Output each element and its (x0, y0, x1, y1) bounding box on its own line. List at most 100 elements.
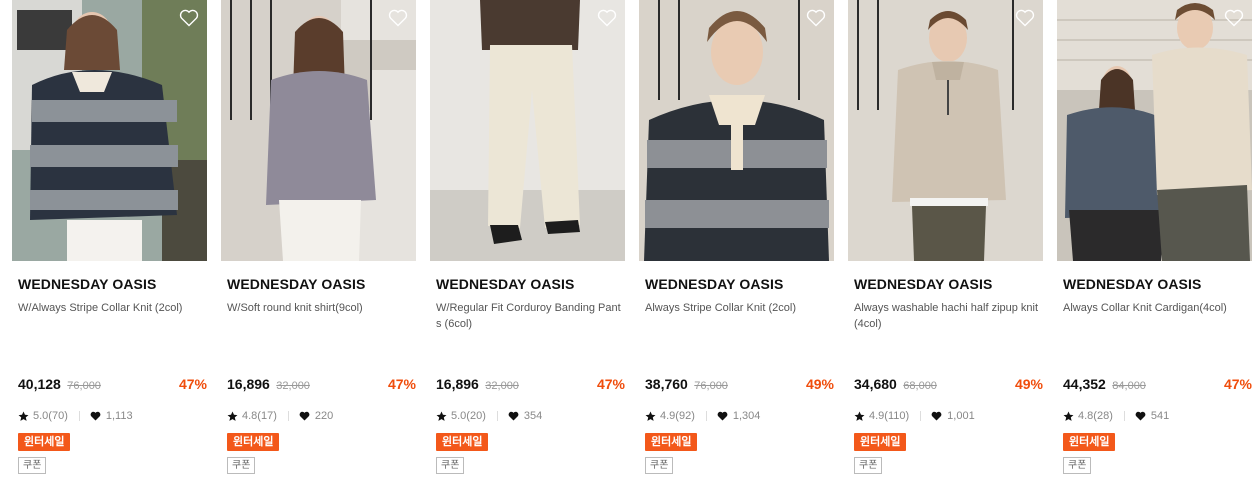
like-count: 220 (314, 410, 334, 422)
product-image[interactable] (1057, 0, 1252, 261)
rating-text: 4.9(92) (660, 410, 695, 422)
original-price: 84,000 (1112, 380, 1146, 392)
product-image[interactable] (430, 0, 625, 261)
like-heart-icon (508, 411, 519, 421)
like-count: 541 (1150, 410, 1170, 422)
review-meta: 4.9(92) 1,304 (645, 408, 760, 424)
sale-price: 40,128 (18, 376, 61, 392)
wishlist-heart-icon[interactable] (388, 9, 408, 27)
winter-sale-badge: 윈터세일 (18, 433, 71, 451)
rating-text: 4.8(28) (1078, 410, 1113, 422)
rating-text: 5.0(70) (33, 410, 68, 422)
wishlist-heart-icon[interactable] (1224, 9, 1244, 27)
product-card[interactable]: WEDNESDAY OASIS W/Soft round knit shirt(… (221, 0, 416, 498)
rating-text: 5.0(20) (451, 410, 486, 422)
product-name[interactable]: Always washable hachi half zipup knit(4c… (854, 300, 1040, 332)
divider (705, 411, 707, 421)
review-meta: 5.0(70) 1,113 (18, 408, 133, 424)
wishlist-heart-icon[interactable] (806, 9, 826, 27)
brand-name[interactable]: WEDNESDAY OASIS (645, 276, 783, 292)
coupon-badge: 쿠폰 (227, 457, 256, 474)
original-price: 68,000 (903, 380, 937, 392)
sale-price: 38,760 (645, 376, 688, 392)
model-photo-icon (221, 0, 416, 261)
coupon-badge: 쿠폰 (18, 457, 47, 474)
product-image[interactable] (848, 0, 1043, 261)
product-card[interactable]: WEDNESDAY OASIS Always Stripe Collar Kni… (639, 0, 834, 498)
product-name[interactable]: W/Always Stripe Collar Knit (2col) (18, 300, 204, 316)
price-row: 34,680 68,000 49% (854, 376, 1043, 394)
wishlist-heart-icon[interactable] (597, 9, 617, 27)
discount-rate: 49% (1014, 376, 1043, 392)
sale-price: 34,680 (854, 376, 897, 392)
brand-name[interactable]: WEDNESDAY OASIS (227, 276, 365, 292)
divider (1123, 411, 1125, 421)
product-name[interactable]: Always Collar Knit Cardigan(4col) (1063, 300, 1249, 316)
star-icon (436, 411, 447, 421)
model-photo-icon (12, 0, 207, 261)
coupon-badge: 쿠폰 (854, 457, 883, 474)
model-photo-icon (1057, 0, 1252, 261)
sale-price: 16,896 (227, 376, 270, 392)
rating-text: 4.9(110) (869, 410, 910, 422)
product-name[interactable]: W/Regular Fit Corduroy Banding Pants (6c… (436, 300, 622, 332)
product-image[interactable] (639, 0, 834, 261)
winter-sale-badge: 윈터세일 (1063, 433, 1116, 451)
original-price: 32,000 (276, 380, 310, 392)
discount-rate: 49% (805, 376, 834, 392)
product-name[interactable]: Always Stripe Collar Knit (2col) (645, 300, 831, 316)
brand-name[interactable]: WEDNESDAY OASIS (1063, 276, 1201, 292)
coupon-badge: 쿠폰 (1063, 457, 1092, 474)
product-card[interactable]: WEDNESDAY OASIS W/Regular Fit Corduroy B… (430, 0, 625, 498)
price-row: 16,896 32,000 47% (436, 376, 625, 394)
winter-sale-badge: 윈터세일 (645, 433, 698, 451)
like-heart-icon (90, 411, 101, 421)
product-card[interactable]: WEDNESDAY OASIS W/Always Stripe Collar K… (12, 0, 207, 498)
brand-name[interactable]: WEDNESDAY OASIS (18, 276, 156, 292)
coupon-badge: 쿠폰 (645, 457, 674, 474)
like-count: 354 (523, 410, 543, 422)
model-photo-icon (430, 0, 625, 261)
like-heart-icon (931, 411, 942, 421)
winter-sale-badge: 윈터세일 (227, 433, 280, 451)
like-heart-icon (1135, 411, 1146, 421)
original-price: 76,000 (694, 380, 728, 392)
wishlist-heart-icon[interactable] (1015, 9, 1035, 27)
like-count: 1,304 (732, 410, 761, 422)
sale-price: 16,896 (436, 376, 479, 392)
like-count: 1,113 (105, 410, 133, 422)
divider (496, 411, 498, 421)
sale-price: 44,352 (1063, 376, 1106, 392)
star-icon (645, 411, 656, 421)
product-grid: WEDNESDAY OASIS W/Always Stripe Collar K… (12, 0, 1258, 498)
star-icon (1063, 411, 1074, 421)
brand-name[interactable]: WEDNESDAY OASIS (436, 276, 574, 292)
like-heart-icon (299, 411, 310, 421)
price-row: 40,128 76,000 47% (18, 376, 207, 394)
review-meta: 5.0(20) 354 (436, 408, 542, 424)
price-row: 16,896 32,000 47% (227, 376, 416, 394)
product-card[interactable]: WEDNESDAY OASIS Always Collar Knit Cardi… (1057, 0, 1252, 498)
star-icon (854, 411, 865, 421)
rating-text: 4.8(17) (242, 410, 277, 422)
original-price: 76,000 (67, 380, 101, 392)
product-name[interactable]: W/Soft round knit shirt(9col) (227, 300, 413, 316)
brand-name[interactable]: WEDNESDAY OASIS (854, 276, 992, 292)
product-card[interactable]: WEDNESDAY OASIS Always washable hachi ha… (848, 0, 1043, 498)
discount-rate: 47% (178, 376, 207, 392)
winter-sale-badge: 윈터세일 (854, 433, 907, 451)
discount-rate: 47% (1223, 376, 1252, 392)
model-photo-icon (639, 0, 834, 261)
like-count: 1,001 (947, 410, 975, 422)
wishlist-heart-icon[interactable] (179, 9, 199, 27)
review-meta: 4.9(110) 1,001 (854, 408, 975, 424)
divider (78, 411, 80, 421)
product-image[interactable] (221, 0, 416, 261)
discount-rate: 47% (387, 376, 416, 392)
product-image[interactable] (12, 0, 207, 261)
coupon-badge: 쿠폰 (436, 457, 465, 474)
review-meta: 4.8(28) 541 (1063, 408, 1169, 424)
price-row: 44,352 84,000 47% (1063, 376, 1252, 394)
discount-rate: 47% (596, 376, 625, 392)
original-price: 32,000 (485, 380, 519, 392)
